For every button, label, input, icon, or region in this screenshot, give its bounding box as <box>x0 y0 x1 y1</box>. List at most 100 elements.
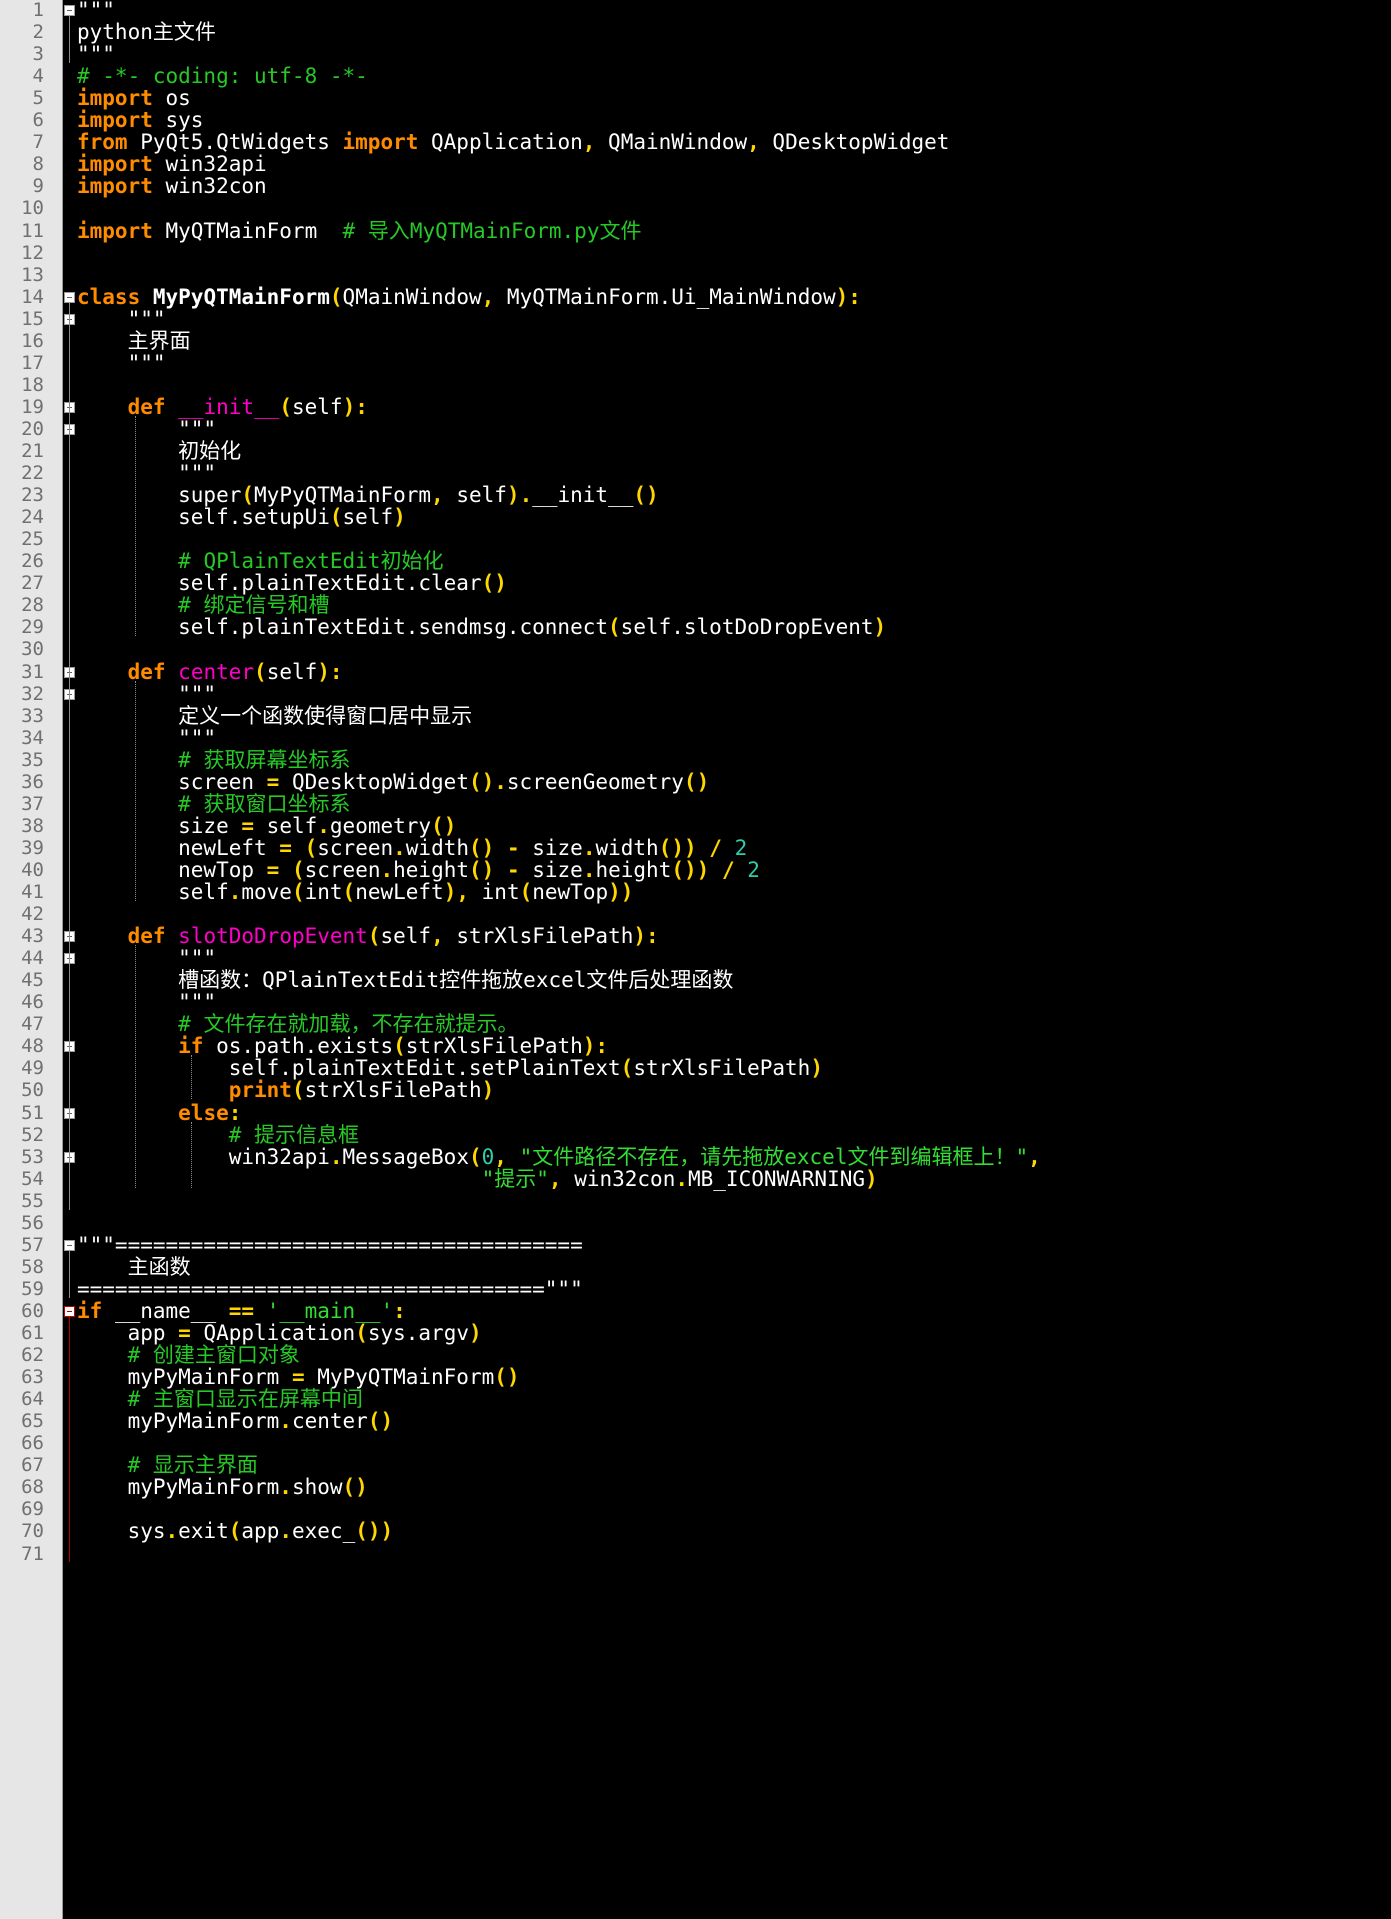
code-token: "提示" <box>481 1166 549 1191</box>
code-token: ): <box>317 659 343 684</box>
code-token: ): <box>835 284 861 309</box>
code-token: () <box>342 1475 368 1500</box>
code-token: ( <box>367 924 381 949</box>
code-line[interactable]: myPyMainForm.center() <box>77 1408 394 1435</box>
code-token: ( <box>342 880 356 904</box>
code-token: . <box>165 1519 179 1544</box>
code-token: newTop <box>532 880 609 904</box>
code-token: () <box>633 483 659 508</box>
line-number-gutter: 1 2 3 4 5 6 7 8 9 10 11 12 13 14 15 16 17 18 19 20 21 22 23 24 2… <box>0 0 63 1919</box>
code-token: self <box>266 659 318 684</box>
code-token: exit <box>178 1519 229 1544</box>
code-token: ( <box>228 1519 242 1544</box>
code-token: . <box>279 1475 292 1500</box>
code-token: """ <box>77 350 166 375</box>
code-token: center <box>291 1409 368 1434</box>
code-token: ( <box>279 394 292 419</box>
fold-minus-icon[interactable] <box>64 291 75 303</box>
fold-range-line <box>69 1316 70 1563</box>
fold-minus-icon[interactable] <box>64 1305 75 1317</box>
code-token: strXlsFilePath <box>304 1078 482 1103</box>
indent-guide <box>191 1121 192 1188</box>
code-token: , <box>582 130 596 155</box>
code-token: QApplication <box>418 130 583 155</box>
code-line[interactable]: """ <box>77 350 166 377</box>
code-token: , <box>1028 1144 1041 1169</box>
code-token: strXlsFilePath <box>633 1056 811 1081</box>
code-token: ( <box>608 615 621 640</box>
code-token: ), <box>443 880 470 904</box>
code-token: QMainWindow <box>595 130 748 155</box>
code-token: ) <box>469 1321 482 1345</box>
indent-guide <box>135 680 136 902</box>
code-token: exec_ <box>292 1519 356 1544</box>
fold-minus-icon[interactable] <box>64 1239 75 1251</box>
code-token: ) <box>393 505 406 530</box>
code-token: ( <box>519 880 533 904</box>
code-token: () <box>367 1409 394 1434</box>
code-token: ( <box>355 1321 368 1345</box>
fold-range-line <box>69 16 70 64</box>
code-token: self <box>380 924 432 949</box>
code-token: ): <box>342 394 368 419</box>
code-token: int <box>469 880 520 904</box>
cjk-text: 主文件 <box>152 20 216 45</box>
code-token: app <box>241 1519 280 1544</box>
code-token: sys <box>77 1519 166 1544</box>
code-token: 2 <box>747 857 760 882</box>
code-line[interactable]: class MyPyQTMainForm(QMainWindow, MyQTMa… <box>77 284 861 311</box>
code-token: win32con <box>152 174 267 199</box>
code-token: # 导入MyQTMainForm.py文件 <box>342 218 642 243</box>
code-token: self.setupUi <box>77 505 330 530</box>
code-token: self <box>342 505 394 530</box>
code-token: , <box>747 130 760 155</box>
code-line[interactable]: sys.exit(app.exec_()) <box>77 1518 394 1545</box>
code-token: __init__ <box>532 483 634 508</box>
code-token: screenGeometry <box>506 769 684 794</box>
code-line[interactable]: self.setupUi(self) <box>77 504 406 531</box>
code-line[interactable]: self.plainTextEdit.sendmsg.connect(self.… <box>77 614 886 641</box>
code-line[interactable]: import win32con <box>77 173 267 200</box>
code-token: strXlsFilePath <box>443 924 634 949</box>
code-token: ) <box>481 1078 495 1103</box>
code-token: self <box>443 483 507 508</box>
code-token: int <box>304 880 343 904</box>
code-token: () <box>481 571 507 596</box>
code-token: . <box>228 880 242 904</box>
code-token: MyPyQTMainForm <box>152 284 330 309</box>
code-token: ( <box>620 1056 634 1081</box>
code-token: self.plainTextEdit.sendmsg.connect <box>77 615 609 640</box>
indent-guide <box>191 1055 192 1100</box>
code-line[interactable]: self.move(int(newLeft), int(newTop)) <box>77 879 633 906</box>
code-token: ()) <box>355 1519 394 1544</box>
cjk-text: 导入 <box>367 218 410 243</box>
code-token: myPyMainForm <box>77 1409 280 1434</box>
code-token: win32con <box>561 1166 676 1191</box>
cjk-text: 文件 <box>599 218 642 243</box>
code-token: self.slotDoDropEvent <box>620 615 874 640</box>
code-token: , <box>431 483 444 508</box>
code-token: ( <box>329 505 343 530</box>
code-token: QDesktopWidget <box>759 130 950 155</box>
code-line[interactable]: myPyMainForm.show() <box>77 1474 368 1501</box>
line-number: 71 <box>21 1542 44 1565</box>
code-token: ( <box>291 880 305 904</box>
fold-minus-icon[interactable] <box>64 5 75 16</box>
code-token: (). <box>468 769 507 794</box>
code-token: import <box>77 174 153 199</box>
code-editor[interactable]: 1 2 3 4 5 6 7 8 9 10 11 12 13 14 15 16 17 18 19 20 21 22 23 24 2… <box>0 0 1391 1919</box>
cjk-text: 定义一个函数使得窗口居中显示 <box>178 703 473 728</box>
code-token: () <box>683 769 710 794</box>
code-token: () <box>494 1365 520 1390</box>
code-token: MyQTMainForm <box>152 218 343 243</box>
code-token: ): <box>633 924 659 949</box>
cjk-text: 提示 <box>494 1166 537 1191</box>
code-line[interactable]: "提示", win32con.MB_ICONWARNING) <box>77 1166 878 1193</box>
code-token: , <box>481 284 495 309</box>
cjk-text: 文件后处理函数 <box>586 968 734 993</box>
fold-range-line <box>69 302 70 1210</box>
code-line[interactable]: import MyQTMainForm # 导入MyQTMainForm.py文… <box>77 218 641 245</box>
code-token: )) <box>608 880 634 904</box>
